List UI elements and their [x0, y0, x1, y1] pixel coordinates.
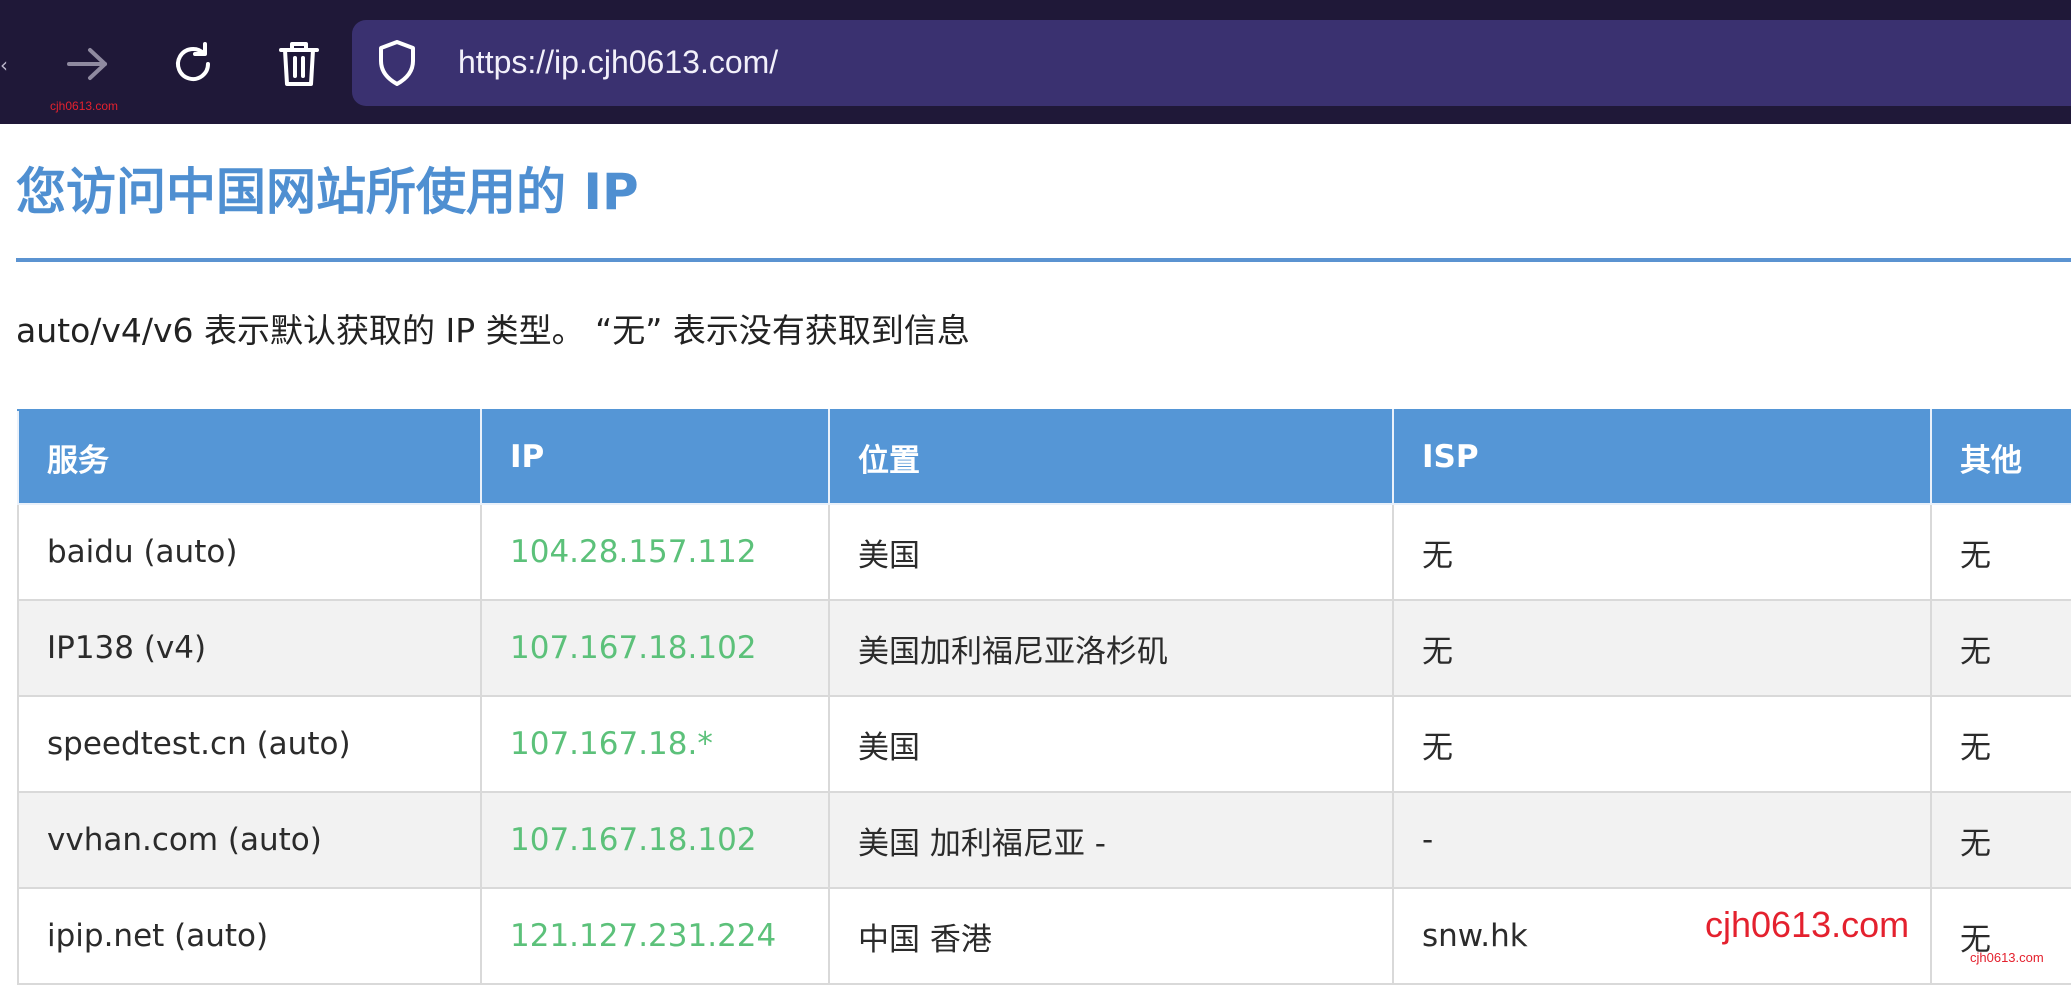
header-ip: IP: [480, 409, 830, 505]
cell-isp: -: [1392, 791, 1932, 889]
back-button-edge[interactable]: ‹: [0, 55, 8, 75]
cell-service: ipip.net (auto): [17, 887, 482, 985]
table-row: speedtest.cn (auto) 107.167.18.* 美国 无 无: [17, 695, 2071, 793]
reload-button[interactable]: [155, 26, 231, 102]
cell-ip: 107.167.18.102: [480, 791, 830, 889]
page-content: 您访问中国网站所使用的 IP auto/v4/v6 表示默认获取的 IP 类型。…: [0, 124, 2071, 991]
cell-other: 无: [1930, 695, 2071, 793]
cell-location: 中国 香港: [828, 887, 1394, 985]
shield-icon[interactable]: [372, 38, 422, 88]
cell-service: speedtest.cn (auto): [17, 695, 482, 793]
delete-button[interactable]: [261, 26, 337, 102]
arrow-right-icon: [67, 48, 107, 80]
cell-ip: 104.28.157.112: [480, 503, 830, 601]
trash-icon: [279, 42, 319, 86]
cell-other: 无: [1930, 599, 2071, 697]
watermark-large: cjh0613.com: [1705, 904, 1910, 945]
cell-location: 美国加利福尼亚洛杉矶: [828, 599, 1394, 697]
cell-ip: 107.167.18.*: [480, 695, 830, 793]
cell-other: 无: [1930, 503, 2071, 601]
table-row: IP138 (v4) 107.167.18.102 美国加利福尼亚洛杉矶 无 无: [17, 599, 2071, 697]
table-row: baidu (auto) 104.28.157.112 美国 无 无: [17, 503, 2071, 601]
cell-ip: 107.167.18.102: [480, 599, 830, 697]
forward-button[interactable]: [50, 26, 126, 102]
cell-location: 美国: [828, 695, 1394, 793]
header-isp: ISP: [1392, 409, 1932, 505]
table-header-row: 服务 IP 位置 ISP 其他: [17, 409, 2071, 505]
cell-service: IP138 (v4): [17, 599, 482, 697]
ip-table: 服务 IP 位置 ISP 其他 baidu (auto) 104.28.157.…: [17, 409, 2071, 985]
cell-location: 美国 加利福尼亚 -: [828, 791, 1394, 889]
reload-icon: [176, 42, 210, 81]
cell-ip: 121.127.231.224: [480, 887, 830, 985]
cell-other: 无: [1930, 887, 2071, 985]
table-row: vvhan.com (auto) 107.167.18.102 美国 加利福尼亚…: [17, 791, 2071, 889]
watermark-small-bottom: cjh0613.com: [1970, 950, 2044, 965]
cell-other: 无: [1930, 791, 2071, 889]
page-title: 您访问中国网站所使用的 IP: [16, 163, 639, 221]
page-description: auto/v4/v6 表示默认获取的 IP 类型。 “无” 表示没有获取到信息: [16, 311, 970, 350]
watermark-small-top: cjh0613.com: [50, 99, 119, 113]
header-service: 服务: [17, 409, 482, 505]
cell-service: baidu (auto): [17, 503, 482, 601]
cell-isp: 无: [1392, 503, 1932, 601]
cell-isp: 无: [1392, 695, 1932, 793]
browser-toolbar: ‹ cjh0613.com https://ip.cjh0613.com/: [0, 0, 2071, 124]
address-bar[interactable]: https://ip.cjh0613.com/: [352, 20, 2071, 106]
cell-isp: 无: [1392, 599, 1932, 697]
cell-service: vvhan.com (auto): [17, 791, 482, 889]
header-other: 其他: [1930, 409, 2071, 505]
title-divider: [16, 258, 2071, 262]
url-text[interactable]: https://ip.cjh0613.com/: [458, 40, 778, 84]
header-location: 位置: [828, 409, 1394, 505]
cell-location: 美国: [828, 503, 1394, 601]
